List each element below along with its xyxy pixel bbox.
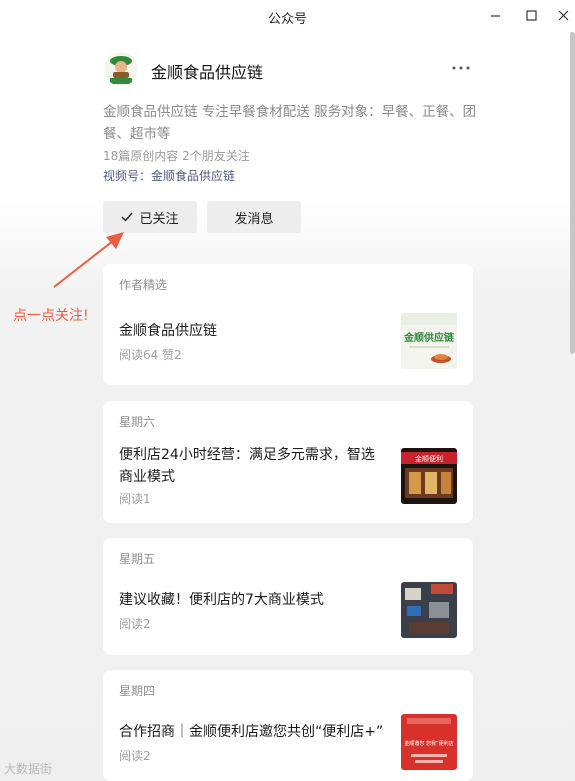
thumb-caption: 金顺便利 <box>415 454 443 463</box>
article-thumbnail: 金顺邀您 您我“便利店 <box>401 714 457 770</box>
send-message-button[interactable]: 发消息 <box>207 201 301 233</box>
maximize-icon <box>525 9 537 21</box>
article-meta: 阅读2 <box>119 749 151 763</box>
article-card[interactable]: 星期六 便利店24小时经营：满足多元需求，智选商业模式 阅读1 金顺便利 <box>103 401 473 523</box>
card-section-header: 星期六 <box>119 415 156 429</box>
annotation-text: 点一点关注! <box>13 308 89 324</box>
account-stats: 18篇原创内容 2个朋友关注 <box>103 149 250 163</box>
minimize-button[interactable] <box>482 4 508 26</box>
article-title: 建议收藏！便利店的7大商业模式 <box>119 592 324 608</box>
article-card[interactable]: 作者精选 金顺食品供应链 阅读64 赞2 金顺供应链 <box>103 264 473 385</box>
message-label: 发消息 <box>234 211 274 227</box>
maximize-button[interactable] <box>518 4 544 26</box>
account-name: 金顺食品供应链 <box>151 63 264 82</box>
article-thumbnail <box>401 582 457 638</box>
article-title: 金顺食品供应链 <box>119 323 217 339</box>
checkmark-icon <box>121 212 134 222</box>
avatar-logo-icon <box>104 52 138 86</box>
article-title: 合作招商｜金顺便利店邀您共创“便利店+” <box>119 724 384 740</box>
close-icon <box>558 10 568 20</box>
minimize-icon <box>490 14 500 17</box>
more-dots-icon <box>452 66 470 70</box>
thumb-caption: 金顺供应链 <box>403 331 455 344</box>
article-card[interactable]: 星期四 合作招商｜金顺便利店邀您共创“便利店+” 阅读2 金顺邀您 您我“便利店 <box>103 670 473 781</box>
window-titlebar: 公众号 <box>0 0 575 32</box>
account-avatar[interactable] <box>104 52 138 86</box>
article-title: 便利店24小时经营：满足多元需求，智选商业模式 <box>119 447 375 485</box>
article-meta: 阅读64 赞2 <box>119 348 182 362</box>
article-card[interactable]: 星期五 建议收藏！便利店的7大商业模式 阅读2 <box>103 538 473 655</box>
follow-label: 已关注 <box>139 211 179 227</box>
scrollbar-thumb[interactable] <box>570 32 575 354</box>
account-description: 金顺食品供应链 专注早餐食材配送 服务对象：早餐、正餐、团餐、超市等 <box>103 104 477 142</box>
thumb-caption: 金顺邀您 您我“便利店 <box>404 740 453 747</box>
article-meta: 阅读1 <box>119 492 151 506</box>
video-channel-link[interactable]: 视频号：金顺食品供应链 <box>103 167 235 184</box>
card-section-header: 星期五 <box>119 552 156 566</box>
article-thumbnail: 金顺便利 <box>401 448 457 504</box>
article-thumbnail: 金顺供应链 <box>401 313 457 369</box>
more-options-button[interactable] <box>446 56 476 80</box>
card-section-header: 作者精选 <box>119 278 168 292</box>
card-section-header: 星期四 <box>119 684 156 698</box>
close-button[interactable] <box>550 4 575 26</box>
article-meta: 阅读2 <box>119 617 151 631</box>
watermark: 大数据街 <box>4 762 53 776</box>
